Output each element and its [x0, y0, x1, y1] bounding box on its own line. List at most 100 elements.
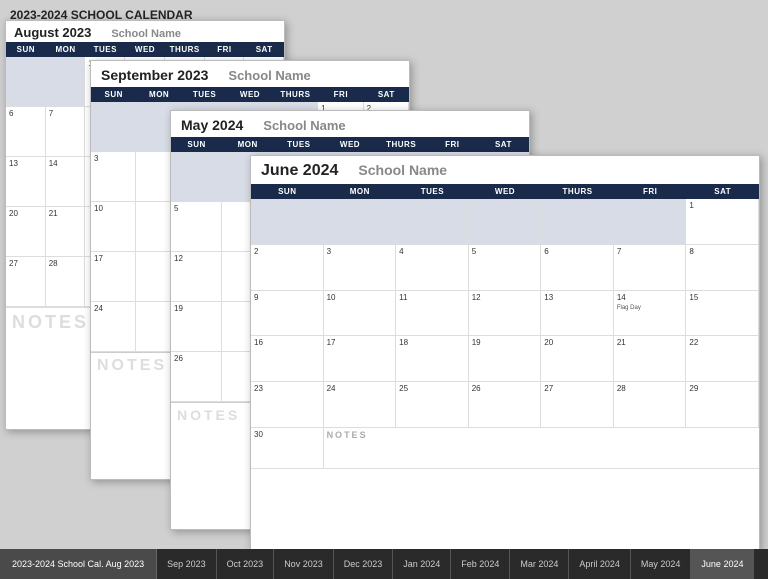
tab-feb-2024[interactable]: Feb 2024: [451, 549, 510, 579]
table-row: 22: [686, 336, 759, 382]
table-row: 20: [6, 207, 46, 257]
jun-school-name: School Name: [358, 162, 447, 178]
tab-apr-2024[interactable]: April 2024: [569, 549, 631, 579]
aug-title: August 2023: [14, 25, 91, 40]
jun-title: June 2024: [261, 162, 338, 180]
table-row: 6: [541, 245, 614, 291]
table-row: 29: [686, 382, 759, 428]
table-row: 12: [469, 291, 542, 337]
table-row: 5: [469, 245, 542, 291]
table-row: [324, 199, 397, 245]
table-row: 4: [396, 245, 469, 291]
table-row: [251, 199, 324, 245]
tab-oct-2023[interactable]: Oct 2023: [217, 549, 275, 579]
table-row: 25: [396, 382, 469, 428]
tab-jun-2024[interactable]: June 2024: [691, 549, 754, 579]
jun-grid: 1 2 3 4 5 6 7 8 9 10 11 12 13 14Flag Day…: [251, 199, 759, 469]
table-row: 30: [251, 428, 324, 469]
jun-notes-label: NOTES: [327, 430, 368, 440]
tab-mar-2024[interactable]: Mar 2024: [510, 549, 569, 579]
page-title: 2023-2024 SCHOOL CALENDAR: [10, 8, 193, 22]
main-area: 2023-2024 SCHOOL CALENDAR August 2023 Sc…: [0, 0, 768, 549]
sep-header-mon: MON: [136, 87, 181, 102]
may-school-name: School Name: [263, 118, 345, 133]
aug-day-headers: SUN MON TUES WED THURS FRI SAT: [6, 42, 284, 57]
table-row: 14: [46, 157, 86, 207]
table-row: 7: [614, 245, 687, 291]
may-title: May 2024: [181, 117, 243, 133]
tab-sheet-title: 2023-2024 School Cal. Aug 2023: [0, 549, 157, 579]
table-row: [171, 152, 222, 202]
sep-header-sun: SUN: [91, 87, 136, 102]
table-row: [396, 199, 469, 245]
table-row: 1: [686, 199, 759, 245]
sep-header-sat: SAT: [364, 87, 409, 102]
sep-header-tue: TUES: [182, 87, 227, 102]
table-row: 18: [396, 336, 469, 382]
table-row: 17: [324, 336, 397, 382]
table-row: 27: [6, 257, 46, 307]
table-row: 26: [171, 352, 222, 402]
aug-header-sun: SUN: [6, 42, 46, 57]
table-row: 5: [171, 202, 222, 252]
tab-may-2024[interactable]: May 2024: [631, 549, 692, 579]
table-row: 12: [171, 252, 222, 302]
table-row: [614, 199, 687, 245]
aug-header-wed: WED: [125, 42, 165, 57]
sep-school-name: School Name: [228, 68, 310, 83]
tab-jan-2024[interactable]: Jan 2024: [393, 549, 451, 579]
tab-sep-2023[interactable]: Sep 2023: [157, 549, 217, 579]
table-row: 3: [324, 245, 397, 291]
table-row: [6, 57, 46, 107]
table-row: 11: [396, 291, 469, 337]
table-row: [91, 102, 136, 152]
tab-bar: 2023-2024 School Cal. Aug 2023 Sep 2023 …: [0, 549, 768, 579]
table-row: 14Flag Day: [614, 291, 687, 337]
table-row: 17: [91, 252, 136, 302]
sep-title: September 2023: [101, 67, 208, 83]
table-row: 8: [686, 245, 759, 291]
may-notes-big: NOTES: [177, 407, 240, 423]
table-row: [469, 199, 542, 245]
aug-header-mon: MON: [46, 42, 86, 57]
table-row: 19: [171, 302, 222, 352]
table-row: 26: [469, 382, 542, 428]
table-row: 13: [541, 291, 614, 337]
aug-header-tue: TUES: [85, 42, 125, 57]
aug-header-sat: SAT: [244, 42, 284, 57]
jun-day-headers: SUN MON TUES WED THURS FRI SAT: [251, 184, 759, 199]
table-row: 10: [324, 291, 397, 337]
table-row: 2: [251, 245, 324, 291]
flag-day-event: Flag Day: [617, 305, 641, 311]
sep-header-fri: FRI: [318, 87, 363, 102]
jun-notes-cell: NOTES: [324, 428, 759, 469]
table-row: 9: [251, 291, 324, 337]
table-row: [46, 57, 86, 107]
table-row: 6: [6, 107, 46, 157]
aug-school-name: School Name: [111, 28, 181, 40]
aug-header-thu: THURS: [165, 42, 205, 57]
table-row: 24: [91, 302, 136, 352]
table-row: 19: [469, 336, 542, 382]
table-row: 21: [614, 336, 687, 382]
table-row: 27: [541, 382, 614, 428]
table-row: 7: [46, 107, 86, 157]
aug-header-fri: FRI: [205, 42, 245, 57]
table-row: 15: [686, 291, 759, 337]
table-row: 16: [251, 336, 324, 382]
tab-nov-2023[interactable]: Nov 2023: [274, 549, 334, 579]
table-row: [541, 199, 614, 245]
table-row: 21: [46, 207, 86, 257]
sep-notes-big: NOTES: [97, 357, 167, 374]
sep-header-thu: THURS: [273, 87, 318, 102]
table-row: 24: [324, 382, 397, 428]
table-row: 20: [541, 336, 614, 382]
table-row: 10: [91, 202, 136, 252]
june-calendar: June 2024 School Name SUN MON TUES WED T…: [250, 155, 760, 549]
table-row: 23: [251, 382, 324, 428]
sep-header-wed: WED: [227, 87, 272, 102]
table-row: 13: [6, 157, 46, 207]
tab-dec-2023[interactable]: Dec 2023: [334, 549, 394, 579]
table-row: 3: [91, 152, 136, 202]
table-row: 28: [614, 382, 687, 428]
